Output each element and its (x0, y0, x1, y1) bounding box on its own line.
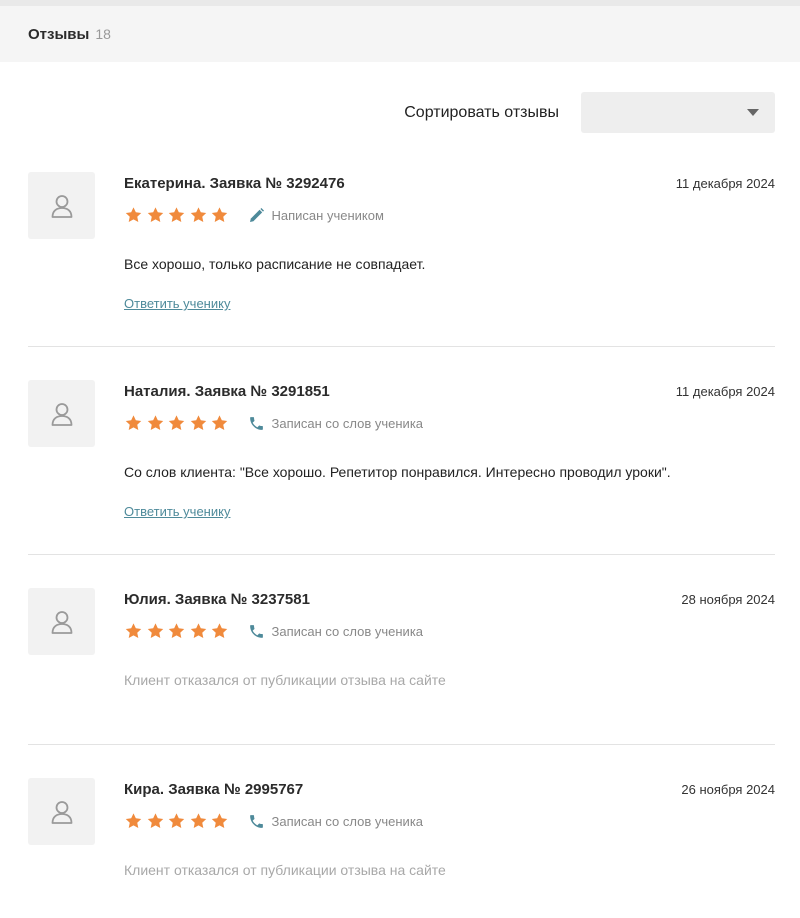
review-source: Записан со слов ученика (248, 415, 424, 432)
review-source-text: Записан со слов ученика (271, 813, 424, 829)
review-meta: Написан учеником (124, 205, 384, 225)
star-icon (147, 813, 163, 829)
sort-label: Сортировать отзывы (404, 103, 559, 121)
star-icon (147, 415, 163, 431)
review-text: Клиент отказался от публикации отзыва на… (124, 862, 446, 878)
star-icon (190, 623, 206, 639)
star-icon (211, 813, 228, 829)
review-source: Записан со слов ученика (248, 813, 424, 830)
reply-link[interactable]: Ответить ученику (124, 504, 230, 519)
star-icon (147, 207, 163, 223)
divider (28, 346, 775, 347)
divider (28, 554, 775, 555)
phone-icon (249, 624, 263, 638)
avatar (28, 778, 95, 845)
review-meta: Записан со слов ученика (124, 811, 423, 831)
rating-stars (124, 812, 232, 830)
rating-stars (124, 622, 232, 640)
star-icon (125, 813, 142, 829)
review-author: Наталия. Заявка № 3291851 (124, 383, 330, 400)
review-author: Юлия. Заявка № 3237581 (124, 591, 310, 608)
star-icon (125, 207, 142, 223)
review-source-text: Записан со слов ученика (271, 415, 424, 431)
star-icon (211, 207, 228, 223)
review-meta: Записан со слов ученика (124, 621, 423, 641)
review-meta: Записан со слов ученика (124, 413, 423, 433)
review-text: Клиент отказался от публикации отзыва на… (124, 672, 446, 688)
star-icon (211, 415, 228, 431)
star-icon (168, 813, 185, 829)
review-source: Написан учеником (248, 207, 384, 224)
phone-icon (249, 416, 263, 430)
avatar (28, 380, 95, 447)
star-icon (168, 623, 185, 639)
reviews-count: 18 (95, 26, 111, 42)
star-icon (190, 813, 206, 829)
review-author: Екатерина. Заявка № 3292476 (124, 175, 345, 192)
star-icon (190, 207, 206, 223)
review-item: Екатерина. Заявка № 3292476 11 декабря 2… (28, 172, 775, 322)
review-item: Наталия. Заявка № 3291851 11 декабря 202… (28, 380, 775, 530)
star-icon (168, 207, 185, 223)
review-item: Юлия. Заявка № 3237581 28 ноября 2024 За… (28, 588, 775, 708)
rating-stars (124, 414, 232, 432)
avatar (28, 588, 95, 655)
reviews-header: Отзывы 18 (0, 6, 800, 62)
user-icon (51, 402, 72, 426)
star-icon (147, 623, 163, 639)
review-source-text: Записан со слов ученика (271, 623, 424, 639)
reviews-title: Отзывы (28, 25, 90, 43)
review-source: Записан со слов ученика (248, 623, 424, 640)
pencil-icon (249, 207, 264, 222)
user-icon (51, 194, 72, 218)
review-date: 26 ноября 2024 (681, 782, 775, 797)
avatar (28, 172, 95, 239)
user-icon (51, 800, 72, 824)
review-source-text: Написан учеником (271, 207, 384, 223)
star-icon (168, 415, 185, 431)
user-icon (51, 610, 72, 634)
reply-link[interactable]: Ответить ученику (124, 296, 230, 311)
review-item: Кира. Заявка № 2995767 26 ноября 2024 За… (28, 778, 775, 898)
review-date: 11 декабря 2024 (675, 384, 775, 399)
sort-row: Сортировать отзывы (404, 92, 775, 133)
star-icon (125, 415, 142, 431)
star-icon (190, 415, 206, 431)
review-date: 28 ноября 2024 (681, 592, 775, 607)
sort-select[interactable] (581, 92, 775, 133)
rating-stars (124, 206, 232, 224)
divider (28, 744, 775, 745)
star-icon (211, 623, 228, 639)
review-date: 11 декабря 2024 (675, 176, 775, 191)
phone-icon (249, 814, 263, 828)
star-icon (125, 623, 142, 639)
review-text: Со слов клиента: "Все хорошо. Репетитор … (124, 464, 671, 480)
review-text: Все хорошо, только расписание не совпада… (124, 256, 426, 272)
review-author: Кира. Заявка № 2995767 (124, 781, 304, 798)
chevron-down-icon (747, 109, 759, 116)
